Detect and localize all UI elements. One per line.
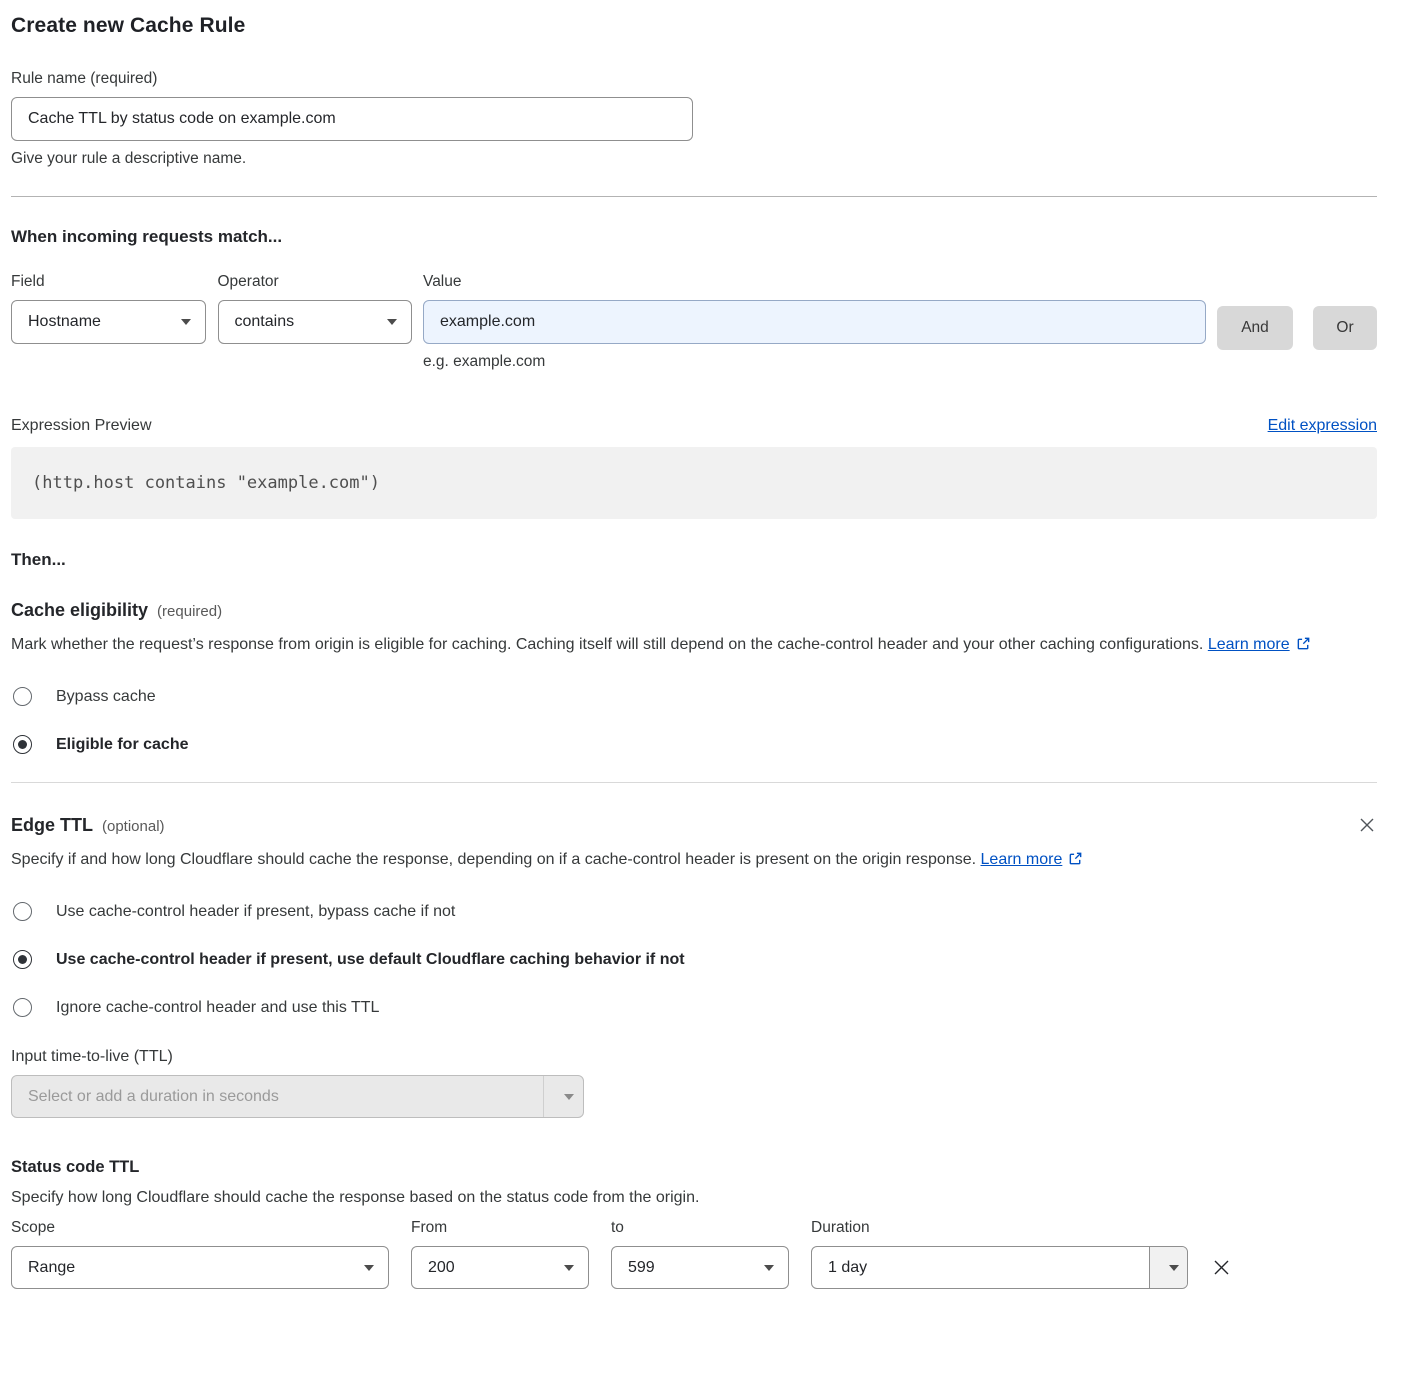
duration-label: Duration: [811, 1219, 1188, 1237]
to-select[interactable]: 599: [611, 1246, 789, 1289]
then-heading: Then...: [11, 550, 1377, 570]
or-button[interactable]: Or: [1313, 306, 1377, 350]
from-select-value: 200: [428, 1259, 455, 1277]
edge-ttl-title: Edge TTL: [11, 815, 93, 836]
learn-more-label: Learn more: [981, 851, 1063, 868]
radio-selected-icon: [13, 950, 32, 969]
expression-preview-code: (http.host contains "example.com"): [11, 447, 1377, 519]
cache-eligibility-learn-more-link[interactable]: Learn more: [1208, 636, 1311, 653]
external-link-icon: [1296, 633, 1311, 661]
radio-bypass-cache[interactable]: Bypass cache: [11, 687, 1377, 706]
edge-ttl-learn-more-link[interactable]: Learn more: [981, 851, 1084, 868]
scope-label: Scope: [11, 1219, 389, 1237]
operator-label: Operator: [218, 273, 413, 291]
learn-more-label: Learn more: [1208, 636, 1290, 653]
radio-selected-icon: [13, 735, 32, 754]
cache-eligibility-required-tag: (required): [157, 603, 222, 620]
match-row: Field Hostname Operator contains Value e…: [11, 273, 1377, 371]
create-cache-rule-page: Create new Cache Rule Rule name (require…: [0, 0, 1412, 1376]
from-label: From: [411, 1219, 589, 1237]
edit-expression-link[interactable]: Edit expression: [1268, 417, 1377, 435]
rule-name-helper: Give your rule a descriptive name.: [11, 150, 1377, 168]
radio-cc-bypass-if-not[interactable]: Use cache-control header if present, byp…: [11, 902, 1377, 921]
chevron-down-icon: [181, 319, 191, 325]
cache-eligibility-description: Mark whether the request’s response from…: [11, 631, 1351, 661]
remove-icon[interactable]: [1210, 1256, 1233, 1279]
radio-label: Use cache-control header if present, use…: [56, 951, 685, 969]
divider: [11, 782, 1377, 783]
radio-ignore-cc-use-ttl[interactable]: Ignore cache-control header and use this…: [11, 998, 1377, 1017]
radio-icon: [13, 687, 32, 706]
rule-name-input[interactable]: [11, 97, 693, 141]
scope-select[interactable]: Range: [11, 1246, 389, 1289]
status-code-ttl-title: Status code TTL: [11, 1158, 1377, 1177]
chevron-down-icon: [564, 1265, 574, 1271]
operator-select-value: contains: [235, 313, 295, 331]
to-label: to: [611, 1219, 789, 1237]
ttl-duration-select: Select or add a duration in seconds: [11, 1075, 584, 1118]
chevron-down-icon[interactable]: [1149, 1247, 1187, 1288]
duration-select[interactable]: 1 day: [811, 1246, 1188, 1289]
chevron-down-icon: [387, 319, 397, 325]
and-button[interactable]: And: [1217, 306, 1293, 350]
edge-ttl-optional-tag: (optional): [102, 818, 165, 835]
value-helper: e.g. example.com: [423, 353, 1206, 371]
radio-eligible-for-cache[interactable]: Eligible for cache: [11, 735, 1377, 754]
radio-icon: [13, 998, 32, 1017]
value-input[interactable]: [423, 300, 1206, 344]
cache-eligibility-description-text: Mark whether the request’s response from…: [11, 636, 1203, 653]
edge-ttl-description-text: Specify if and how long Cloudflare shoul…: [11, 851, 976, 868]
status-code-ttl-description: Specify how long Cloudflare should cache…: [11, 1189, 1377, 1207]
operator-select[interactable]: contains: [218, 300, 413, 344]
field-select[interactable]: Hostname: [11, 300, 206, 344]
edge-ttl-description: Specify if and how long Cloudflare shoul…: [11, 846, 1351, 876]
radio-icon: [13, 902, 32, 921]
radio-label: Bypass cache: [56, 688, 156, 706]
value-label: Value: [423, 273, 1206, 291]
chevron-down-icon: [543, 1076, 583, 1117]
radio-label: Ignore cache-control header and use this…: [56, 999, 379, 1017]
ttl-duration-placeholder: Select or add a duration in seconds: [12, 1076, 543, 1117]
cache-eligibility-title: Cache eligibility: [11, 600, 148, 621]
ttl-input-label: Input time-to-live (TTL): [11, 1048, 1377, 1066]
rule-name-label: Rule name (required): [11, 70, 1377, 88]
radio-label: Use cache-control header if present, byp…: [56, 903, 455, 921]
scope-select-value: Range: [28, 1259, 75, 1277]
to-select-value: 599: [628, 1259, 655, 1277]
chevron-down-icon: [364, 1265, 374, 1271]
radio-cc-default-if-not[interactable]: Use cache-control header if present, use…: [11, 950, 1377, 969]
field-select-value: Hostname: [28, 313, 101, 331]
expression-preview-label: Expression Preview: [11, 417, 152, 435]
divider: [11, 196, 1377, 197]
close-icon[interactable]: [1357, 815, 1377, 835]
status-code-ttl-row: Scope Range From 200 to 599 Duration 1 d…: [11, 1219, 1377, 1289]
field-label: Field: [11, 273, 206, 291]
radio-label: Eligible for cache: [56, 736, 188, 754]
duration-select-value: 1 day: [812, 1247, 1149, 1288]
chevron-down-icon: [764, 1265, 774, 1271]
external-link-icon: [1068, 848, 1083, 876]
match-heading: When incoming requests match...: [11, 227, 1377, 247]
page-title: Create new Cache Rule: [11, 14, 1377, 38]
from-select[interactable]: 200: [411, 1246, 589, 1289]
